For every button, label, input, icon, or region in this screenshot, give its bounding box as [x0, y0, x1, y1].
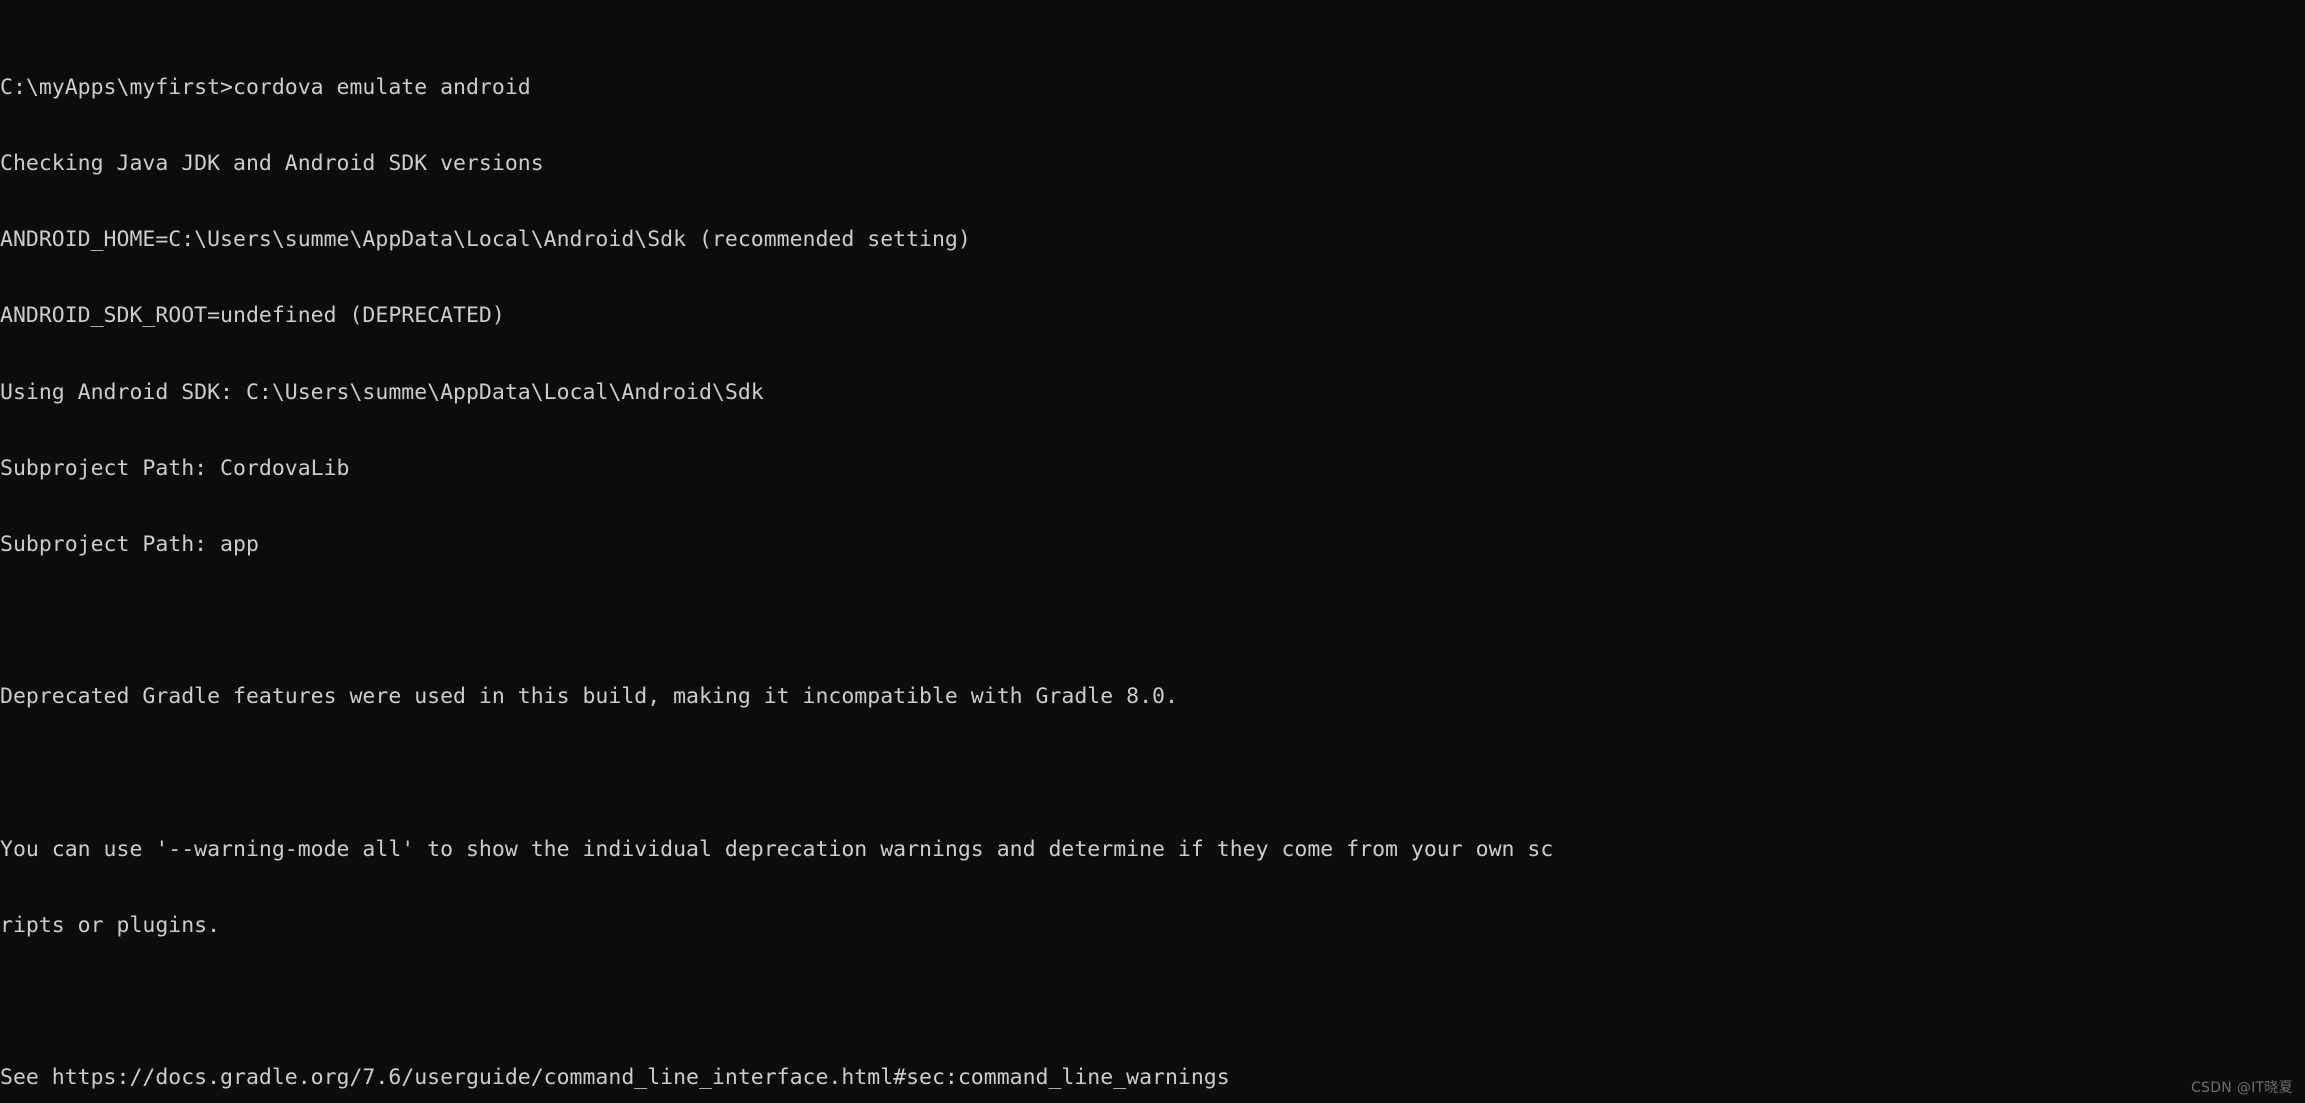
csdn-watermark: CSDN @IT晓夏 [2190, 1080, 2293, 1096]
terminal-line: Subproject Path: CordovaLib [0, 455, 350, 481]
terminal-line: ANDROID_HOME=C:\Users\summe\AppData\Loca… [0, 227, 971, 253]
terminal-line-gradle-docs-url: See https://docs.gradle.org/7.6/userguid… [0, 1065, 1230, 1091]
terminal-console[interactable]: C:\myApps\myfirst>cordova emulate androi… [0, 0, 2305, 1103]
terminal-line: Subproject Path: app [0, 532, 259, 558]
terminal-line: ANDROID_SDK_ROOT=undefined (DEPRECATED) [0, 303, 505, 329]
terminal-line: ripts or plugins. [0, 913, 221, 939]
terminal-line: Using Android SDK: C:\Users\summe\AppDat… [0, 379, 764, 405]
terminal-line: Deprecated Gradle features were used in … [0, 684, 1178, 710]
terminal-line: C:\myApps\myfirst>cordova emulate androi… [0, 74, 531, 100]
terminal-line: You can use '--warning-mode all' to show… [0, 836, 1554, 862]
terminal-line: Checking Java JDK and Android SDK versio… [0, 151, 544, 177]
